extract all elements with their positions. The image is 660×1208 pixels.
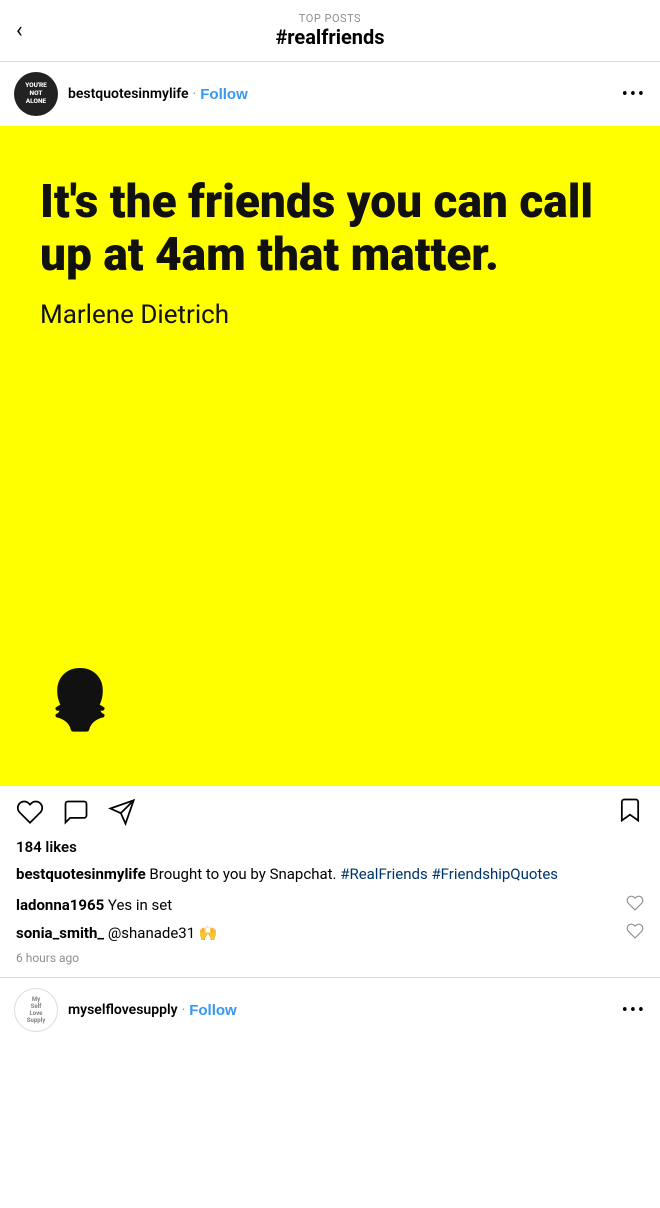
- comment-content-1: ladonna1965 Yes in set: [16, 896, 172, 914]
- caption-text: Brought to you by Snapchat.: [149, 865, 336, 883]
- top-header: ‹ TOP POSTS #realfriends: [0, 0, 660, 62]
- comment-heart-icon-2: [626, 922, 644, 940]
- header-title-wrap: TOP POSTS #realfriends: [275, 12, 384, 49]
- hashtag-title: #realfriends: [275, 25, 384, 49]
- post1-header-left: YOU'RENOTALONE bestquotesinmylife · Foll…: [14, 72, 248, 116]
- caption-username[interactable]: bestquotesinmylife: [16, 865, 146, 883]
- caption-hashtags[interactable]: #RealFriends #FriendshipQuotes: [340, 865, 558, 883]
- post2-avatar[interactable]: MySelfLoveSupply: [14, 988, 58, 1032]
- comment-username-1[interactable]: ladonna1965: [16, 896, 104, 914]
- comment-text-1: Yes in set: [108, 896, 172, 914]
- comment-heart-icon-1: [626, 894, 644, 912]
- post1-follow-button[interactable]: Follow: [200, 86, 248, 103]
- like-button[interactable]: [16, 798, 44, 826]
- bookmark-icon: [616, 796, 644, 824]
- avatar-text: YOU'RENOTALONE: [25, 82, 47, 105]
- post1-username-follow: bestquotesinmylife · Follow: [68, 86, 248, 103]
- post1-text-content: It's the friends you can call up at 4am …: [40, 176, 620, 330]
- comment-row-2: sonia_smith_ @shanade31 🙌: [0, 919, 660, 947]
- post2-dot-separator: ·: [182, 1002, 186, 1018]
- top-posts-label: TOP POSTS: [275, 12, 384, 25]
- share-icon: [108, 798, 136, 826]
- post1-actions-left: [16, 798, 136, 826]
- comment-icon: [62, 798, 90, 826]
- post1-quote: It's the friends you can call up at 4am …: [40, 176, 620, 282]
- comment-text-2: @shanade31 🙌: [108, 924, 218, 942]
- post2-more-button[interactable]: •••: [622, 1000, 646, 1021]
- comment1-like-button[interactable]: [626, 894, 644, 916]
- comment2-like-button[interactable]: [626, 922, 644, 944]
- post1-image: It's the friends you can call up at 4am …: [0, 126, 660, 786]
- post2-header: MySelfLoveSupply myselflovesupply · Foll…: [0, 978, 660, 1042]
- avatar[interactable]: YOU'RENOTALONE: [14, 72, 58, 116]
- post2-username[interactable]: myselflovesupply: [68, 1002, 178, 1018]
- dot-separator: ·: [193, 86, 197, 102]
- comment-row-1: ladonna1965 Yes in set: [0, 891, 660, 919]
- post2-follow-button[interactable]: Follow: [189, 1002, 237, 1019]
- post2-username-follow: myselflovesupply · Follow: [68, 1002, 237, 1019]
- post1-caption: bestquotesinmylife Brought to you by Sna…: [0, 862, 660, 891]
- snapchat-logo: [40, 662, 620, 746]
- bookmark-button[interactable]: [616, 796, 644, 828]
- post1-author: Marlene Dietrich: [40, 300, 620, 330]
- comment-username-2[interactable]: sonia_smith_: [16, 924, 104, 942]
- post1-actions-bar: [0, 786, 660, 838]
- back-button[interactable]: ‹: [16, 18, 23, 43]
- comment-button[interactable]: [62, 798, 90, 826]
- post2-avatar-text: MySelfLoveSupply: [27, 996, 46, 1025]
- heart-icon: [16, 798, 44, 826]
- post1-header: YOU'RENOTALONE bestquotesinmylife · Foll…: [0, 62, 660, 126]
- share-button[interactable]: [108, 798, 136, 826]
- post1-more-button[interactable]: •••: [622, 84, 646, 105]
- post1-timestamp: 6 hours ago: [0, 947, 660, 977]
- post1-likes: 184 likes: [0, 838, 660, 862]
- post1-username[interactable]: bestquotesinmylife: [68, 86, 189, 102]
- post2-header-left: MySelfLoveSupply myselflovesupply · Foll…: [14, 988, 237, 1032]
- comment-content-2: sonia_smith_ @shanade31 🙌: [16, 924, 218, 942]
